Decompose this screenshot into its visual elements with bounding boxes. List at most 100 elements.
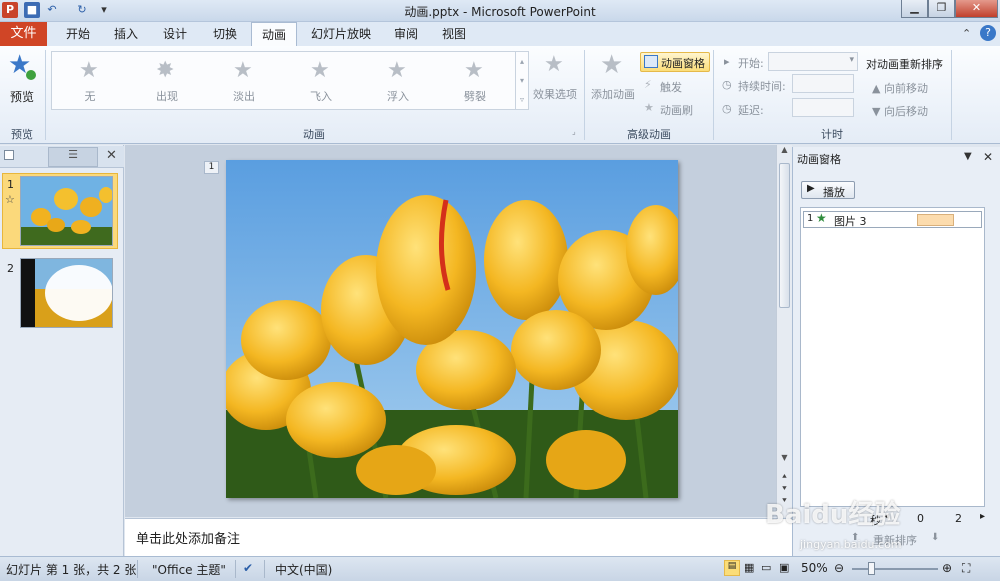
start-icon: ▸	[724, 55, 730, 68]
trigger-label: 触发	[660, 81, 682, 94]
tab-transitions[interactable]: 切换	[203, 22, 247, 46]
slideshow-icon[interactable]: ▣	[779, 561, 789, 574]
scroll-thumb[interactable]	[779, 163, 790, 308]
animation-fly-in[interactable]: ★ 飞入	[291, 56, 351, 106]
tab-slideshow[interactable]: 幻灯片放映	[305, 22, 377, 46]
spellcheck-icon[interactable]: ✔	[243, 561, 253, 575]
tab-file[interactable]: 文件	[0, 22, 47, 46]
fit-to-window-icon[interactable]: ⛶	[962, 561, 970, 576]
duration-spinner[interactable]	[792, 74, 854, 93]
animation-float-in-label: 浮入	[387, 90, 409, 103]
animation-list-item[interactable]: 1 ★ 图片 3	[803, 211, 982, 228]
slide-sorter-icon[interactable]: ▦	[744, 561, 754, 574]
entrance-star-icon: ★	[816, 211, 827, 225]
zoom-out-icon[interactable]: ⊖	[834, 561, 844, 575]
move-later-button[interactable]: ▼ 向后移动	[872, 103, 928, 119]
animation-fade[interactable]: ★ 淡出	[214, 56, 274, 106]
animation-none[interactable]: ★ 无	[60, 56, 120, 106]
move-down-icon[interactable]: ⬇	[931, 532, 939, 543]
pane-menu-icon[interactable]: ▼	[964, 151, 972, 162]
zoom-thumb[interactable]	[868, 562, 875, 575]
pane-icon	[644, 55, 658, 68]
play-label: 播放	[823, 186, 845, 199]
tab-home[interactable]: 开始	[56, 22, 100, 46]
group-label-advanced: 高级动画	[627, 128, 671, 141]
star-icon: ★	[544, 52, 564, 77]
move-earlier-label: 向前移动	[883, 82, 928, 95]
animation-appear-label: 出现	[156, 90, 178, 103]
zoom-next-icon[interactable]: ▸	[980, 511, 985, 522]
star-icon: ★	[464, 58, 484, 83]
animation-pane-label: 动画窗格	[661, 57, 705, 70]
animation-split[interactable]: ★ 劈裂	[445, 56, 505, 106]
minimize-button[interactable]: ▁	[901, 0, 928, 18]
move-earlier-button[interactable]: ▲ 向前移动	[872, 80, 928, 96]
scroll-up-icon[interactable]: ▲	[777, 145, 792, 159]
slide-thumb-1[interactable]	[20, 176, 113, 246]
zoom-slider[interactable]	[852, 568, 938, 570]
watermark-url: jingyan.baidu.com	[800, 538, 902, 551]
normal-view-icon[interactable]: ▤	[724, 560, 740, 576]
group-label-preview: 预览	[11, 128, 33, 141]
slide-info: 幻灯片 第 1 张，共 2 张	[6, 563, 137, 577]
outline-tab-icon[interactable]: ☰	[48, 147, 98, 167]
preview-button[interactable]: ★ 预览	[4, 52, 40, 104]
maximize-button[interactable]: ❐	[928, 0, 955, 18]
group-label-animations: 动画	[303, 128, 325, 141]
tab-design[interactable]: 设计	[153, 22, 197, 46]
animation-list: 1 ★ 图片 3	[800, 207, 985, 507]
divider	[264, 560, 265, 578]
star-icon: ★	[310, 58, 330, 83]
effect-options-button[interactable]: ★ 效果选项	[531, 52, 579, 110]
tab-review[interactable]: 审阅	[384, 22, 428, 46]
animation-painter-button[interactable]: ★ 动画刷	[644, 101, 704, 117]
slide-2-thumbnail	[21, 259, 112, 327]
slides-tab-icon[interactable]	[4, 150, 14, 160]
animation-fly-in-label: 飞入	[310, 90, 332, 103]
start-label: 开始:	[738, 57, 764, 70]
tab-view[interactable]: 视图	[432, 22, 476, 46]
slide-thumb-2[interactable]	[20, 258, 113, 328]
notes-pane[interactable]: 单击此处添加备注	[125, 518, 792, 556]
trigger-icon: ⚡	[644, 78, 652, 91]
slide-canvas[interactable]	[226, 160, 678, 498]
start-select[interactable]: ▾	[768, 52, 858, 71]
animation-float-in[interactable]: ★ 浮入	[368, 56, 428, 106]
pane-close-icon[interactable]: ✕	[983, 150, 993, 164]
tulip-image[interactable]	[226, 160, 678, 498]
animation-tag: 1	[204, 161, 219, 174]
zoom-level[interactable]: 50%	[801, 561, 828, 575]
close-panel-icon[interactable]: ✕	[106, 148, 117, 163]
play-badge-icon	[26, 70, 36, 80]
reading-view-icon[interactable]: ▭	[761, 561, 771, 574]
tab-animations[interactable]: 动画	[251, 22, 297, 47]
slide-number-1: 1	[7, 178, 14, 191]
chevron-down-icon: ▾	[849, 55, 854, 65]
zoom-in-icon[interactable]: ⊕	[942, 561, 952, 575]
scroll-down-icon[interactable]: ▼	[777, 453, 792, 467]
gallery-scroll[interactable]: ▴ ▾ ▿	[515, 52, 528, 109]
timeline-start: 0	[917, 512, 924, 525]
animation-pane-button[interactable]: 动画窗格	[640, 52, 710, 72]
play-button[interactable]: ▶ 播放	[801, 181, 855, 199]
ribbon-collapse-icon[interactable]: ⌃	[962, 27, 971, 40]
add-animation-button[interactable]: ★ 添加动画	[588, 52, 638, 112]
trigger-button[interactable]: ⚡ 触发	[644, 78, 704, 94]
vertical-scrollbar[interactable]: ▲ ▼ ⯅ ⯆ ⯆	[776, 145, 792, 517]
theme-name[interactable]: "Office 主题"	[152, 561, 226, 578]
reorder-title: 对动画重新排序	[866, 58, 943, 71]
language[interactable]: 中文(中国)	[275, 561, 332, 578]
item-name: 图片 3	[834, 215, 867, 228]
help-icon[interactable]: ?	[980, 25, 996, 41]
effect-options-label: 效果选项	[533, 88, 577, 101]
painter-icon: ★	[644, 101, 654, 114]
preview-label: 预览	[9, 90, 34, 104]
add-animation-label: 添加动画	[591, 88, 635, 101]
dialog-launcher-icon[interactable]: ⌟	[572, 127, 576, 136]
delay-spinner[interactable]	[792, 98, 854, 117]
tab-insert[interactable]: 插入	[104, 22, 148, 46]
close-button[interactable]: ✕	[955, 0, 998, 18]
divider	[137, 560, 138, 578]
animation-appear[interactable]: ✸ 出现	[137, 56, 197, 106]
timeline-bar[interactable]	[917, 214, 954, 226]
